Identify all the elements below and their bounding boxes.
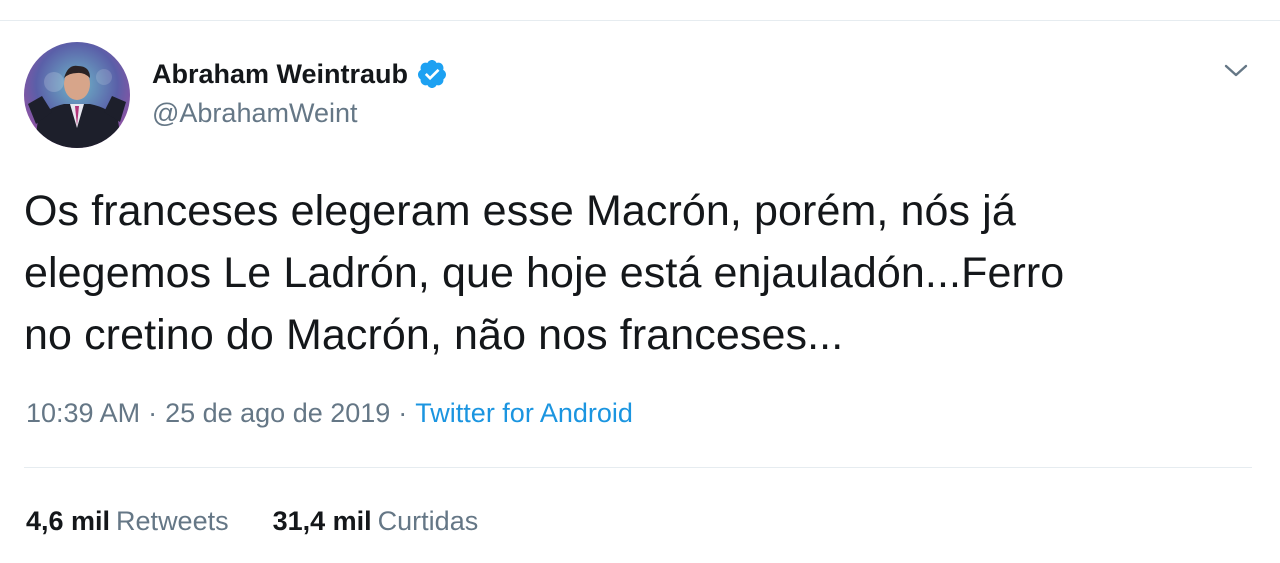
tweet-card: Abraham Weintraub @AbrahamWeint Os franc…	[0, 0, 1280, 563]
tweet-meta: 10:39 AM · 25 de ago de 2019 · Twitter for A…	[26, 398, 633, 429]
meta-separator: ·	[148, 398, 158, 428]
avatar[interactable]	[24, 42, 130, 148]
verified-badge-icon	[416, 58, 448, 90]
author-block: Abraham Weintraub @AbrahamWeint	[152, 56, 448, 129]
avatar-image	[24, 42, 130, 148]
tweet-source-link[interactable]: Twitter for Android	[415, 398, 633, 428]
display-name[interactable]: Abraham Weintraub	[152, 59, 408, 90]
likes-stat[interactable]: 31,4 mil Curtidas	[273, 506, 479, 537]
name-row: Abraham Weintraub	[152, 56, 448, 92]
retweets-count: 4,6 mil	[26, 506, 111, 536]
likes-count: 31,4 mil	[272, 506, 372, 536]
tweet-time[interactable]: 10:39 AM	[26, 398, 140, 428]
tweet-text-line: no cretino do Macrón, não nos franceses.…	[24, 311, 844, 359]
tweet-text: Os franceses elegeram esse Macrón, porém…	[24, 180, 1244, 366]
likes-label: Curtidas	[377, 506, 479, 536]
chevron-down-icon[interactable]	[1222, 58, 1250, 82]
retweets-stat[interactable]: 4,6 mil Retweets	[26, 506, 229, 537]
tweet-stats: 4,6 mil Retweets 31,4 mil Curtidas	[26, 506, 522, 537]
author-handle[interactable]: @AbrahamWeint	[152, 98, 448, 129]
tweet-date[interactable]: 25 de ago de 2019	[165, 398, 390, 428]
meta-separator: ·	[398, 398, 408, 428]
tweet-text-line: Os franceses elegeram esse Macrón, porém…	[24, 187, 1016, 235]
retweets-label: Retweets	[116, 506, 229, 536]
tweet-text-line: elegemos Le Ladrón, que hoje está enjaul…	[24, 249, 1065, 297]
stats-divider	[24, 467, 1252, 468]
